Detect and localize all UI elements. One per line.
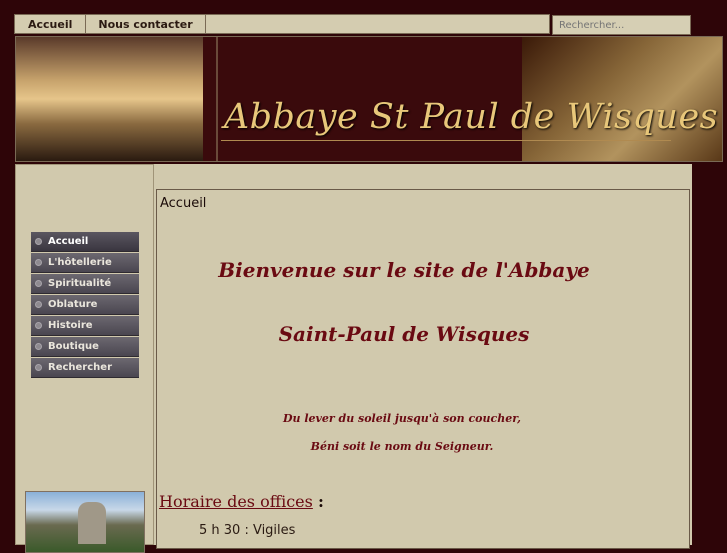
sidebar-item-histoire[interactable]: Histoire xyxy=(31,316,139,336)
offices-colon: : xyxy=(317,492,324,511)
welcome-heading-line2: Saint-Paul de Wisques xyxy=(278,322,530,346)
quote-line2: Béni soit le nom du Seigneur. xyxy=(310,440,494,453)
header-banner: Abbaye St Paul de Wisques xyxy=(15,36,723,162)
sidebar-item-rechercher[interactable]: Rechercher xyxy=(31,358,139,378)
bullet-icon xyxy=(35,280,42,287)
content-box: Accueil Bienvenue sur le site de l'Abbay… xyxy=(156,189,690,549)
abbey-tower-photo xyxy=(25,491,145,553)
welcome-heading-line1: Bienvenue sur le site de l'Abbaye xyxy=(218,258,590,282)
banner-divider xyxy=(216,37,218,161)
offices-heading: Horaire des offices : xyxy=(159,492,324,511)
page-title: Accueil xyxy=(160,196,207,211)
sidebar-item-label: Accueil xyxy=(48,236,89,247)
cloister-image xyxy=(16,37,203,161)
site-title: Abbaye St Paul de Wisques xyxy=(223,97,719,137)
right-margin xyxy=(692,164,727,545)
bullet-icon xyxy=(35,238,42,245)
sidebar-item-label: Boutique xyxy=(48,341,99,352)
search-input[interactable] xyxy=(552,15,691,35)
bullet-icon xyxy=(35,343,42,350)
bullet-icon xyxy=(35,364,42,371)
office-item: 5 h 30 : Vigiles xyxy=(199,523,296,538)
sidebar-item-label: Spiritualité xyxy=(48,278,112,289)
sidebar-item-spiritualite[interactable]: Spiritualité xyxy=(31,274,139,294)
sidebar: Accueil L'hôtellerie Spiritualité Oblatu… xyxy=(15,164,154,553)
sidebar-menu: Accueil L'hôtellerie Spiritualité Oblatu… xyxy=(31,232,139,379)
bullet-icon xyxy=(35,322,42,329)
sidebar-item-boutique[interactable]: Boutique xyxy=(31,337,139,357)
tower-shape xyxy=(78,502,106,544)
sidebar-item-label: Rechercher xyxy=(48,362,113,373)
bullet-icon xyxy=(35,259,42,266)
topnav-accueil[interactable]: Accueil xyxy=(15,15,87,33)
top-navigation: Accueil Nous contacter xyxy=(14,14,550,34)
offices-link[interactable]: Horaire des offices xyxy=(159,492,313,511)
sidebar-item-hotellerie[interactable]: L'hôtellerie xyxy=(31,253,139,273)
sidebar-item-label: L'hôtellerie xyxy=(48,257,112,268)
title-underline xyxy=(221,140,671,141)
sidebar-item-label: Oblature xyxy=(48,299,98,310)
bullet-icon xyxy=(35,301,42,308)
sidebar-item-accueil[interactable]: Accueil xyxy=(31,232,139,252)
topnav-nous-contacter[interactable]: Nous contacter xyxy=(86,15,206,33)
quote-line1: Du lever du soleil jusqu'à son coucher, xyxy=(282,412,522,425)
sidebar-item-label: Histoire xyxy=(48,320,93,331)
main-area: Accueil Bienvenue sur le site de l'Abbay… xyxy=(154,164,692,549)
sidebar-item-oblature[interactable]: Oblature xyxy=(31,295,139,315)
